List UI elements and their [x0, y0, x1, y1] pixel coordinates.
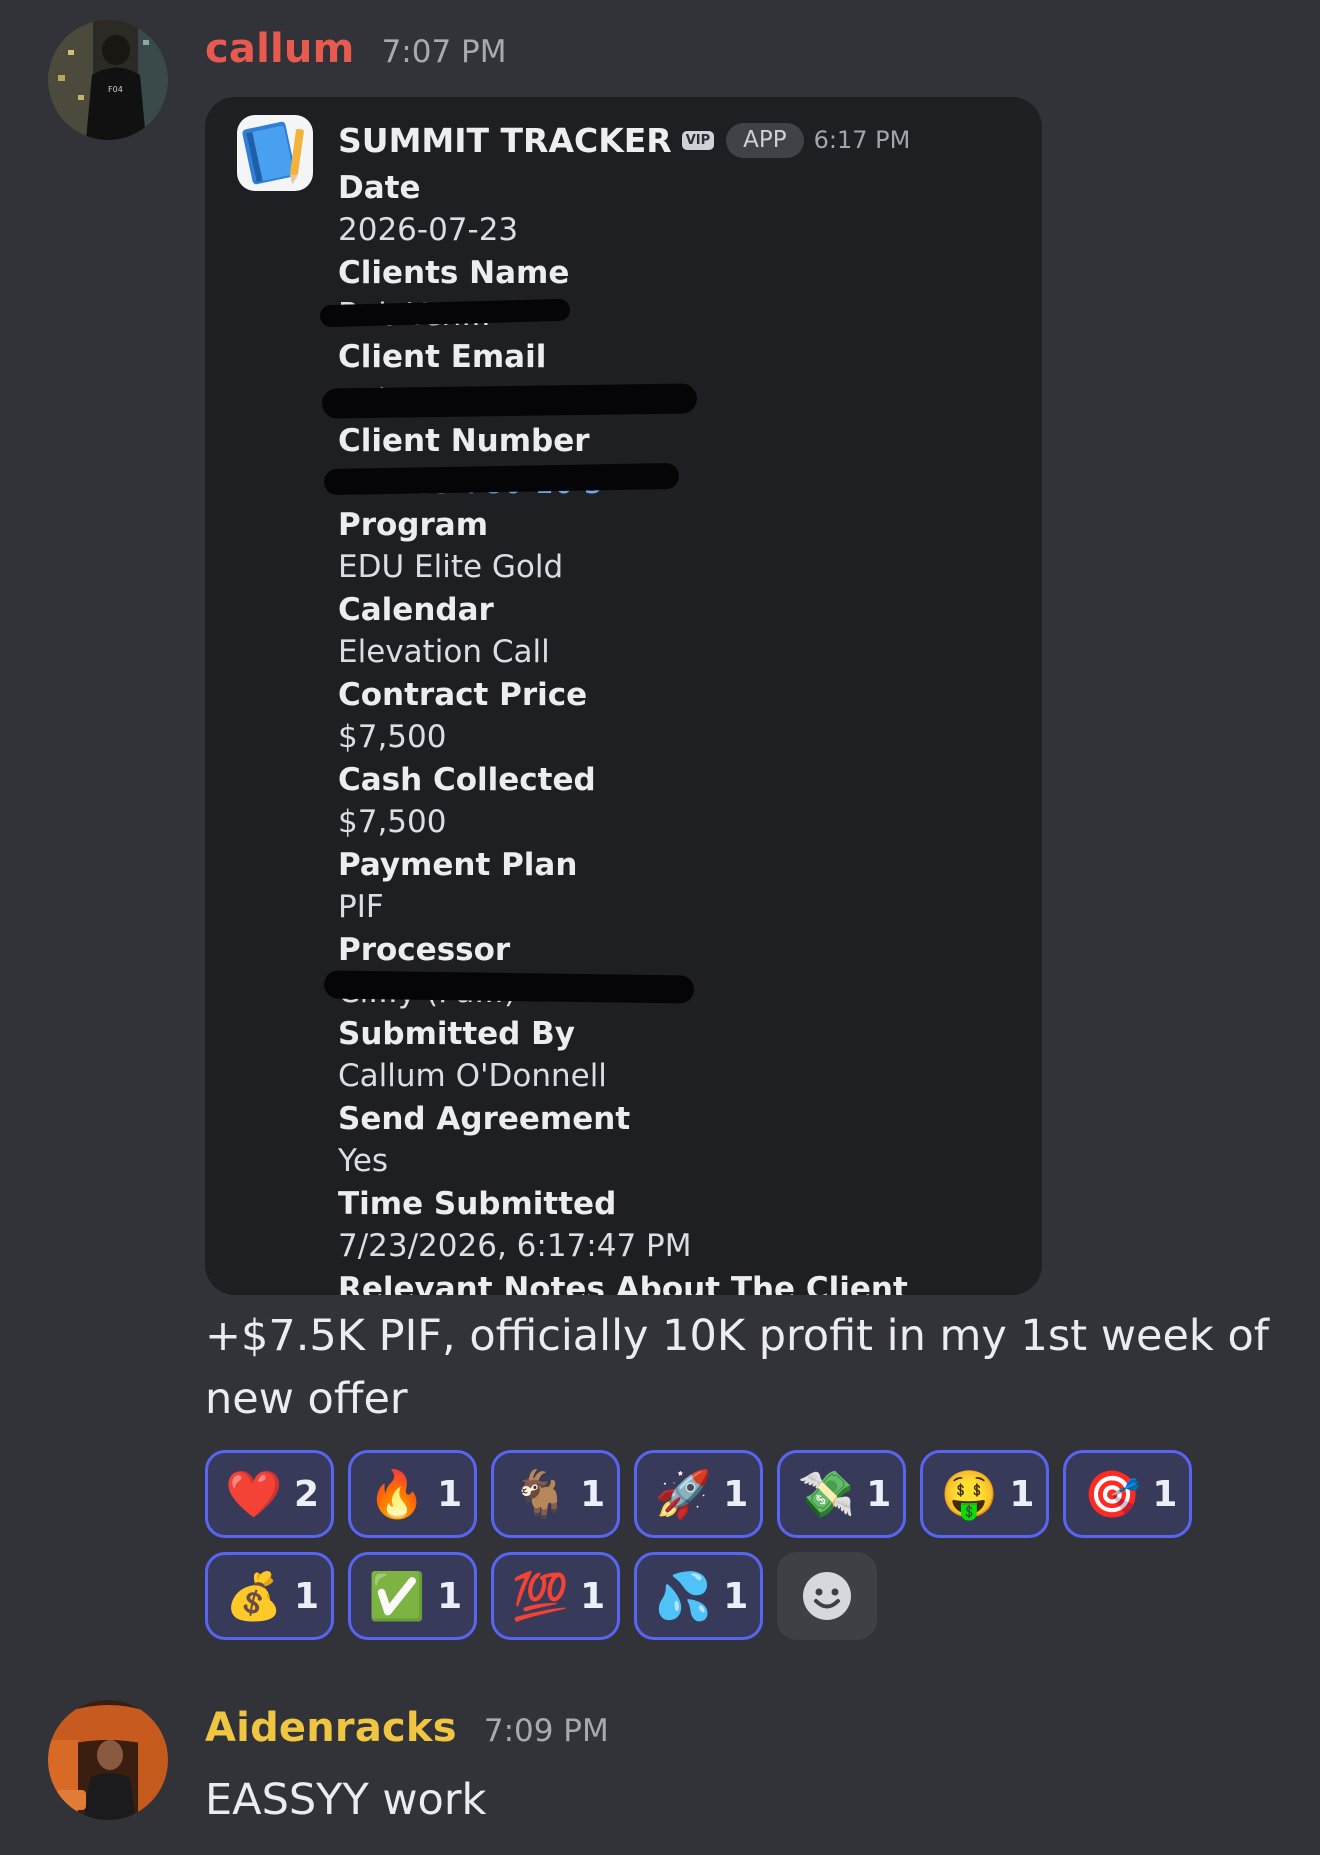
field-name-date: Date [338, 170, 421, 206]
redaction-scribble [323, 970, 695, 1004]
field-name-submitted-by: Submitted By [338, 1016, 575, 1052]
redaction-scribble [321, 383, 698, 419]
field-value-client-email[interactable]: r...t [321, 378, 1028, 419]
field-name-contract-price: Contract Price [338, 677, 588, 713]
embed-header: SUMMIT TRACKER VIP APP 6:17 PM [338, 115, 910, 165]
field-value-send-agreement: Yes [338, 1143, 389, 1179]
app-badge: APP [726, 122, 804, 158]
field-value-submitted-by: Callum O'Donnell [338, 1058, 607, 1094]
reaction-sweat-droplets[interactable]: 💦 1 [634, 1552, 764, 1640]
reaction-money-with-wings[interactable]: 💸 1 [777, 1450, 907, 1538]
field-name-send-agreement: Send Agreement [338, 1101, 631, 1137]
avatar-aidenracks[interactable] [48, 1700, 168, 1820]
money-bag-icon: 💰 [225, 1569, 283, 1623]
field-value-processor: Cl...y (Pa...) [323, 970, 1028, 1010]
reaction-direct-hit[interactable]: 🎯 1 [1063, 1450, 1193, 1538]
add-reaction-button[interactable] [777, 1552, 878, 1640]
field-name-time-submitted: Time Submitted [338, 1186, 617, 1222]
field-value-clients-name: Bob Yen... [319, 294, 1028, 333]
field-name-client-email: Client Email [338, 339, 547, 375]
money-mouth-face-icon: 🤑 [940, 1467, 998, 1521]
avatar-callum[interactable]: F04 [48, 20, 168, 140]
message-timestamp: 7:09 PM [483, 1713, 609, 1749]
reactions-bar: ❤️ 2 🔥 1 🐐 1 🚀 1 💸 1 🤑 1 🎯 1 💰 1 ✅ 1 💯 1… [205, 1450, 1205, 1654]
reaction-money-mouth-face[interactable]: 🤑 1 [920, 1450, 1050, 1538]
field-value-client-number[interactable]: +1 305-780-10 5 [323, 462, 1028, 501]
direct-hit-icon: 🎯 [1083, 1467, 1142, 1521]
field-value-contract-price: $7,500 [338, 719, 447, 755]
reaction-goat[interactable]: 🐐 1 [491, 1450, 621, 1538]
message-header: Aidenracks 7:09 PM [205, 1705, 609, 1751]
reaction-check-mark-button[interactable]: ✅ 1 [348, 1552, 478, 1640]
field-name-clients-name: Clients Name [338, 255, 570, 291]
field-value-date: 2026-07-23 [338, 212, 519, 248]
field-value-program: EDU Elite Gold [338, 549, 564, 585]
rocket-icon: 🚀 [654, 1467, 712, 1521]
reaction-fire[interactable]: 🔥 1 [348, 1450, 478, 1538]
reaction-row: ❤️ 2 🔥 1 🐐 1 🚀 1 💸 1 🤑 1 🎯 1 [205, 1450, 1205, 1538]
field-name-payment-plan: Payment Plan [338, 847, 578, 883]
field-value-time-submitted: 7/23/2026, 6:17:47 PM [338, 1228, 692, 1264]
field-name-program: Program [338, 507, 489, 543]
field-name-calendar: Calendar [338, 592, 494, 628]
field-name-client-number: Client Number [338, 423, 590, 459]
check-mark-button-icon: ✅ [368, 1569, 426, 1623]
notebook-pencil-icon[interactable] [237, 115, 313, 191]
embed-fields: Date 2026-07-23 Clients Name Bob Yen... … [319, 167, 1028, 1295]
reaction-count: 1 [866, 1473, 892, 1515]
field-name-cash-collected: Cash Collected [338, 762, 596, 798]
message-timestamp: 7:07 PM [381, 34, 507, 70]
reaction-hundred-points[interactable]: 💯 1 [491, 1552, 621, 1640]
reaction-count: 1 [437, 1473, 463, 1515]
field-value-payment-plan: PIF [338, 889, 384, 925]
reaction-rocket[interactable]: 🚀 1 [634, 1450, 764, 1538]
reaction-count: 1 [580, 1575, 606, 1617]
field-value-calendar: Elevation Call [338, 634, 550, 670]
reaction-count: 2 [294, 1473, 320, 1515]
reaction-red-heart[interactable]: ❤️ 2 [205, 1450, 335, 1538]
avatar-image [48, 1700, 168, 1820]
svg-text:F04: F04 [108, 85, 123, 94]
reaction-count: 1 [1009, 1473, 1035, 1515]
message-header: callum 7:07 PM [205, 26, 507, 72]
reaction-count: 1 [580, 1473, 606, 1515]
reaction-count: 1 [1152, 1473, 1178, 1515]
reaction-count: 1 [723, 1575, 749, 1617]
reaction-count: 1 [437, 1575, 463, 1617]
message-content: EASSYY work [205, 1775, 487, 1825]
field-name-processor: Processor [338, 932, 511, 968]
reaction-money-bag[interactable]: 💰 1 [205, 1552, 335, 1640]
red-heart-icon: ❤️ [225, 1467, 283, 1521]
message-content: +$7.5K PIF, officially 10K profit in my … [205, 1311, 1269, 1424]
goat-icon: 🐐 [511, 1467, 569, 1521]
bot-embed-card: SUMMIT TRACKER VIP APP 6:17 PM Date 2026… [205, 97, 1042, 1295]
fire-icon: 🔥 [368, 1467, 426, 1521]
reaction-count: 1 [723, 1473, 749, 1515]
field-value-cash-collected: $7,500 [338, 804, 447, 840]
redaction-scribble [323, 462, 680, 496]
reaction-count: 1 [294, 1575, 320, 1617]
add-reaction-smiley-icon [803, 1572, 852, 1620]
username[interactable]: Aidenracks [205, 1705, 457, 1751]
username[interactable]: callum [205, 26, 354, 72]
avatar-image: F04 [48, 20, 168, 140]
sweat-droplets-icon: 💦 [654, 1569, 712, 1623]
embed-timestamp: 6:17 PM [813, 126, 911, 154]
reaction-row: 💰 1 ✅ 1 💯 1 💦 1 [205, 1552, 1205, 1640]
hundred-points-icon: 💯 [511, 1569, 569, 1623]
money-with-wings-icon: 💸 [797, 1467, 855, 1521]
field-name-relevant-notes: Relevant Notes About The Client [338, 1271, 908, 1295]
bot-name[interactable]: SUMMIT TRACKER [338, 121, 672, 160]
vip-badge: VIP [681, 130, 715, 150]
